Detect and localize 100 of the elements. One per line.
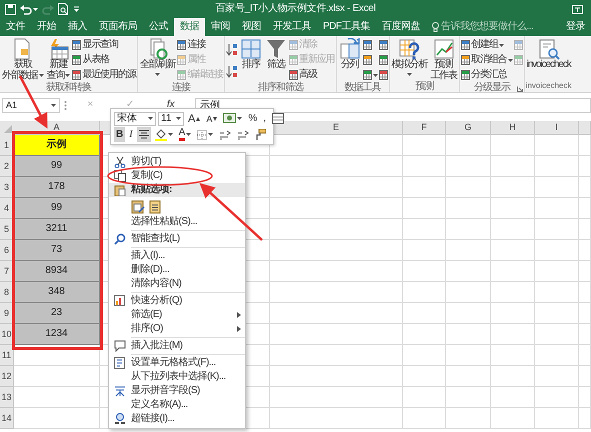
grid-cell	[579, 303, 591, 324]
ribbon-tab[interactable]: 插入	[62, 18, 93, 36]
grid-cell	[491, 156, 535, 177]
dialog-launcher-icon[interactable]	[516, 86, 523, 92]
ribbon-tab[interactable]: 百度网盘	[376, 18, 426, 36]
menu-item[interactable]: 插入批注(M)	[109, 339, 245, 353]
align-center-icon	[138, 130, 149, 139]
caret-icon	[372, 74, 378, 76]
column-header[interactable]: I	[535, 121, 579, 135]
format-button[interactable]: %	[246, 111, 260, 126]
column-header[interactable]: F	[403, 121, 446, 135]
menu-item[interactable]: 删除(D)...	[109, 263, 245, 277]
ribbon-button[interactable]: 从表格	[72, 53, 136, 67]
row-header[interactable]: 12	[0, 366, 14, 387]
decimal-icon	[237, 130, 250, 140]
format-button[interactable]	[136, 127, 151, 142]
menu-item[interactable]: 超链接(I)...	[109, 412, 245, 426]
ribbon-button[interactable]: 创建组	[460, 38, 513, 52]
table-cell: 348	[14, 282, 100, 303]
select-all-icon[interactable]	[0, 121, 14, 135]
ribbon-button[interactable]: 分列	[338, 38, 362, 70]
ribbon-icon-button[interactable]	[378, 38, 388, 52]
quick-access-button[interactable]	[57, 1, 70, 17]
ribbon-icon-button[interactable]	[378, 53, 388, 67]
ribbon-button[interactable]: 连接	[177, 38, 224, 52]
name-box[interactable]: A1	[2, 98, 60, 112]
row-header[interactable]: 11	[0, 345, 14, 366]
ribbon-tab[interactable]: 开发工具	[267, 18, 317, 36]
grid-cell	[403, 366, 446, 387]
sign-in-link[interactable]: 登录	[566, 18, 585, 36]
grid-cell	[535, 177, 579, 198]
tell-me-field[interactable]: 告诉我您想要做什么...	[432, 18, 534, 36]
quick-access-button[interactable]	[4, 1, 17, 17]
menu-item[interactable]: 设置单元格格式(F)...	[109, 356, 245, 370]
font-field[interactable]: 宋体	[114, 112, 156, 126]
ribbon-icon-button[interactable]	[378, 68, 388, 82]
grid-cell	[535, 156, 579, 177]
format-button[interactable]	[152, 127, 175, 142]
format-button[interactable]: A	[176, 127, 194, 142]
ribbon-tab[interactable]: 审阅	[205, 18, 236, 36]
grid-cell	[491, 366, 535, 387]
ribbon-button[interactable]: 全部刷新	[138, 38, 176, 78]
menu-item[interactable]: 快速分析(Q)	[109, 294, 245, 308]
format-button[interactable]: B	[114, 127, 126, 142]
font-size-field[interactable]: 11	[158, 112, 184, 126]
ribbon-button[interactable]: 筛选	[264, 38, 288, 70]
ribbon-display-icon[interactable]	[572, 4, 583, 14]
format-button[interactable]: A	[186, 111, 202, 126]
paste-values-icon[interactable]	[149, 198, 161, 214]
ribbon-icon-button[interactable]	[362, 68, 378, 82]
menu-item[interactable]: 筛选(E)	[109, 308, 245, 322]
ribbon-button[interactable]: invoicecheck	[526, 38, 572, 70]
ribbon-button[interactable]: 分类汇总	[460, 68, 513, 82]
ribbon-button[interactable]: 取消组合	[460, 53, 513, 67]
ribbon-button[interactable]: 显示查询	[72, 38, 136, 52]
ribbon-tab[interactable]: 文件	[0, 18, 31, 36]
grid-cell	[535, 408, 579, 429]
format-button[interactable]: A	[204, 111, 220, 126]
ribbon-tab[interactable]: 视图	[236, 18, 267, 36]
grid-cell	[535, 135, 579, 156]
grid-cell	[491, 282, 535, 303]
ribbon-button[interactable]: 新建 查询	[46, 38, 72, 81]
ribbon-tab[interactable]: 开始	[31, 18, 62, 36]
menu-item[interactable]: 复制(C)	[109, 169, 245, 183]
menu-item[interactable]: 显示拼音字段(S)	[109, 384, 245, 398]
ribbon-tab[interactable]: 数据	[174, 18, 205, 36]
row-header[interactable]: 13	[0, 387, 14, 408]
ribbon-button[interactable]: 排序	[239, 38, 264, 70]
format-button[interactable]: I	[127, 127, 135, 142]
format-button[interactable]: ,	[261, 111, 268, 126]
grid-cell	[403, 282, 446, 303]
menu-item[interactable]: 插入(I)...	[109, 249, 245, 263]
grid-cell	[535, 303, 579, 324]
format-button[interactable]	[195, 127, 216, 142]
ribbon-tab[interactable]: PDF工具集	[317, 18, 376, 36]
sort-button[interactable]	[226, 42, 238, 56]
ribbon-button[interactable]: 最近使用的源	[72, 68, 136, 82]
grid-cell	[579, 135, 591, 156]
ribbon-button[interactable]: 模拟分析	[390, 38, 428, 78]
ribbon-tab[interactable]: 页面布局	[93, 18, 143, 36]
column-header[interactable]: H	[491, 121, 535, 135]
menu-item[interactable]: 智能查找(L)	[109, 232, 245, 246]
menu-item[interactable]: 选择性粘贴(S)...	[109, 215, 245, 229]
menu-item[interactable]: 清除内容(N)	[109, 277, 245, 291]
menu-item[interactable]: 排序(O)	[109, 322, 245, 336]
ribbon-button[interactable]: 高级	[289, 68, 335, 82]
sort-button[interactable]	[226, 64, 238, 78]
row-header[interactable]: 14	[0, 408, 14, 429]
formula-button[interactable]: fx	[162, 99, 179, 111]
menu-item[interactable]: 定义名称(A)...	[109, 398, 245, 412]
ribbon-button[interactable]: 预测 工作表	[429, 38, 458, 81]
format-button[interactable]	[270, 111, 286, 126]
ribbon-tab[interactable]: 公式	[143, 18, 174, 36]
paste-icon[interactable]	[131, 198, 145, 214]
column-header[interactable]: G	[446, 121, 491, 135]
menu-item[interactable]: 剪切(T)	[109, 155, 245, 169]
menu-item[interactable]: 从下拉列表中选择(K)...	[109, 370, 245, 384]
caret-icon	[186, 133, 192, 136]
grid-cell	[403, 303, 446, 324]
fill-color-icon	[154, 128, 167, 140]
